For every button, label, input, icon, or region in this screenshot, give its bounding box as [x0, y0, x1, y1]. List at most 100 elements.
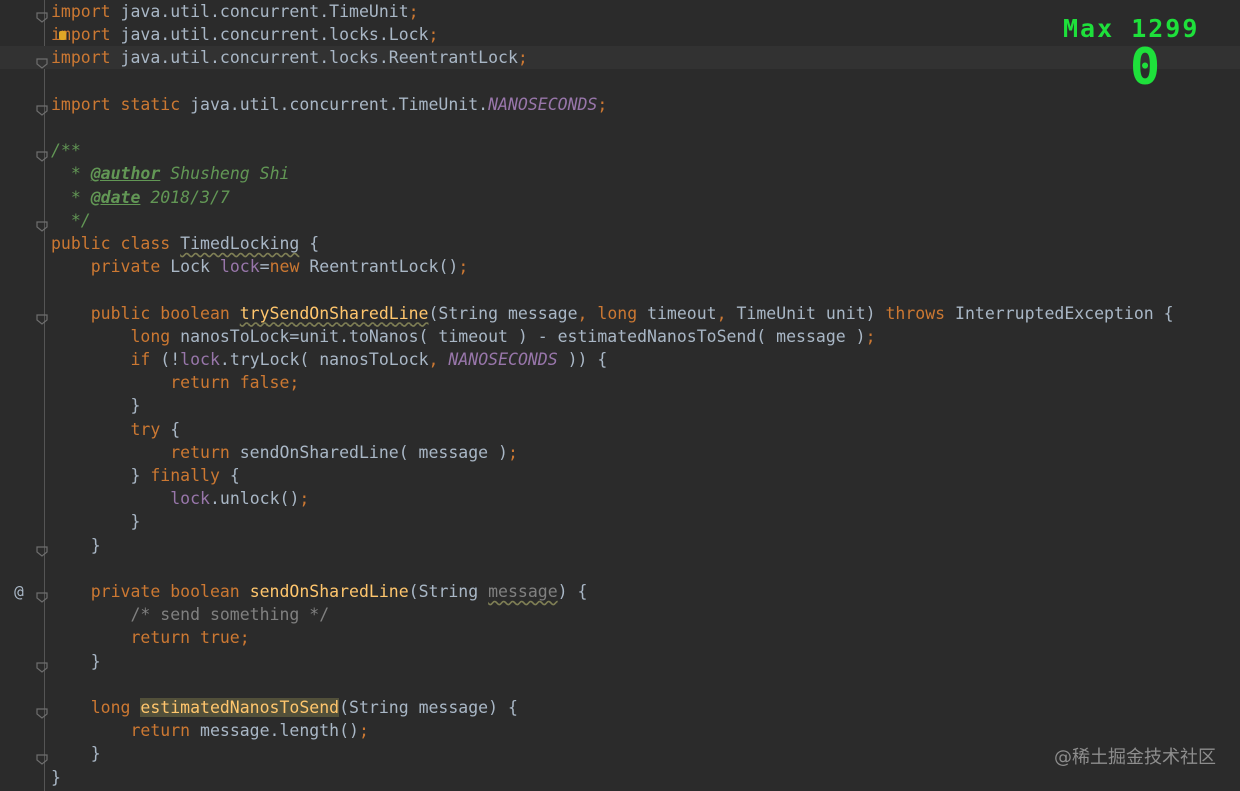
code-token: import	[51, 48, 111, 68]
code-line[interactable]: return message.length();	[0, 719, 1240, 742]
code-token: }	[51, 466, 151, 485]
code-token: public boolean	[51, 303, 240, 323]
code-line[interactable]: import static java.util.concurrent.TimeU…	[0, 93, 1240, 116]
code-token: }	[51, 651, 101, 671]
code-text: return sendOnSharedLine( message );	[51, 441, 518, 464]
code-line[interactable]	[0, 70, 1240, 93]
override-marker-icon[interactable]: @	[11, 580, 27, 603]
code-text: public class TimedLocking {	[51, 232, 319, 255]
code-line[interactable]	[0, 116, 1240, 139]
code-token: {	[299, 234, 320, 253]
fold-marker-icon[interactable]	[36, 6, 48, 23]
code-token: =	[259, 257, 270, 277]
intention-bulb-icon[interactable]	[59, 31, 66, 41]
code-token: }	[51, 512, 141, 532]
code-line[interactable]: @ private boolean sendOnSharedLine(Strin…	[0, 580, 1240, 603]
code-line[interactable]: return false;	[0, 371, 1240, 394]
fold-marker-icon[interactable]	[36, 540, 48, 557]
code-token: throws	[885, 303, 956, 323]
fold-marker-icon[interactable]	[36, 586, 48, 603]
code-token: *	[51, 187, 91, 207]
code-token: lock	[219, 257, 260, 277]
code-line[interactable]: private Lock lock=new ReentrantLock();	[0, 255, 1240, 278]
code-token: sendOnSharedLine( message )	[239, 442, 508, 462]
code-text: long nanosToLock=unit.toNanos( timeout )…	[51, 325, 875, 348]
code-line[interactable]: try {	[0, 418, 1240, 441]
code-line[interactable]: import java.util.concurrent.locks.Lock;	[0, 23, 1240, 46]
fold-marker-icon[interactable]	[36, 215, 48, 232]
code-token: Shusheng Shi	[160, 164, 290, 184]
code-token: java.util.concurrent.locks.ReentrantLock	[110, 48, 518, 68]
code-token: }	[51, 396, 141, 416]
code-line[interactable]: }	[0, 766, 1240, 789]
code-text: }	[51, 394, 140, 417]
code-line[interactable]: }	[0, 650, 1240, 673]
code-text: /**	[51, 139, 81, 162]
code-line[interactable]: import java.util.concurrent.TimeUnit;	[0, 0, 1240, 23]
code-token: java.util.concurrent.TimeUnit	[110, 2, 409, 21]
code-token: private	[51, 257, 171, 277]
code-line[interactable]	[0, 673, 1240, 696]
code-token: estimatedNanosToSend	[140, 698, 340, 717]
code-line[interactable]: public class TimedLocking {	[0, 232, 1240, 255]
code-text: public boolean trySendOnSharedLine(Strin…	[51, 302, 1174, 325]
code-token: *	[51, 164, 91, 184]
code-editor[interactable]: import java.util.concurrent.TimeUnit; imp…	[0, 0, 1240, 791]
code-token: TimeUnit unit)	[736, 303, 886, 323]
code-line[interactable]: return true;	[0, 626, 1240, 649]
code-token: NANOSECONDS	[488, 94, 598, 114]
code-token: ;	[358, 721, 369, 741]
code-line[interactable]: public boolean trySendOnSharedLine(Strin…	[0, 302, 1240, 325]
code-token: }	[51, 767, 61, 787]
fold-marker-icon[interactable]	[36, 702, 48, 719]
fold-marker-icon[interactable]	[36, 656, 48, 673]
code-text: import java.util.concurrent.locks.Reentr…	[51, 46, 528, 69]
code-token: ;	[408, 2, 419, 21]
code-token: return	[51, 721, 201, 741]
code-line[interactable]: long nanosToLock=unit.toNanos( timeout )…	[0, 325, 1240, 348]
code-text: }	[51, 534, 101, 557]
code-token: ReentrantLock()	[309, 257, 459, 277]
fold-marker-icon[interactable]	[36, 99, 48, 116]
code-token: NANOSECONDS	[448, 350, 558, 369]
code-line[interactable]: /**	[0, 139, 1240, 162]
code-token: return true	[51, 628, 240, 648]
code-token: ,	[577, 303, 598, 323]
fold-marker-icon[interactable]	[36, 748, 48, 766]
code-token: @author	[90, 164, 161, 184]
code-line[interactable]: long estimatedNanosToSend(String message…	[0, 696, 1240, 719]
code-line[interactable]: }	[0, 534, 1240, 557]
code-line[interactable]: }	[0, 394, 1240, 417]
code-token: ) {	[557, 582, 588, 601]
code-line[interactable]: /* send something */	[0, 603, 1240, 626]
code-line[interactable]	[0, 278, 1240, 301]
code-token: )) {	[557, 350, 608, 369]
code-token: long	[597, 303, 648, 323]
code-line[interactable]: * @date 2018/3/7	[0, 186, 1240, 209]
code-line[interactable]: return sendOnSharedLine( message );	[0, 441, 1240, 464]
code-token: (String message) {	[339, 698, 518, 717]
code-line[interactable]: * @author Shusheng Shi	[0, 162, 1240, 185]
code-line[interactable]: import java.util.concurrent.locks.Reentr…	[0, 46, 1240, 70]
code-text: * @author Shusheng Shi	[51, 162, 290, 185]
code-line[interactable]: } finally {	[0, 464, 1240, 487]
code-token: public class	[51, 234, 181, 253]
fold-marker-icon[interactable]	[36, 52, 48, 70]
code-token: ,	[716, 303, 737, 323]
code-token: import	[51, 2, 111, 21]
code-text: import java.util.concurrent.TimeUnit;	[51, 0, 419, 23]
code-text: }	[51, 742, 101, 765]
fold-marker-icon[interactable]	[36, 308, 48, 325]
code-token: ;	[597, 94, 608, 114]
code-token: try	[51, 419, 171, 439]
code-text: try {	[51, 418, 180, 441]
fold-marker-icon[interactable]	[36, 145, 48, 162]
code-line[interactable]: if (!lock.tryLock( nanosToLock, NANOSECO…	[0, 348, 1240, 371]
code-line[interactable]: */	[0, 209, 1240, 232]
code-line[interactable]	[0, 557, 1240, 580]
code-token: @date	[90, 187, 141, 207]
code-token: nanosToLock=unit.toNanos( timeout ) - es…	[180, 326, 866, 346]
code-line[interactable]: }	[0, 510, 1240, 533]
code-line[interactable]: lock.unlock();	[0, 487, 1240, 510]
